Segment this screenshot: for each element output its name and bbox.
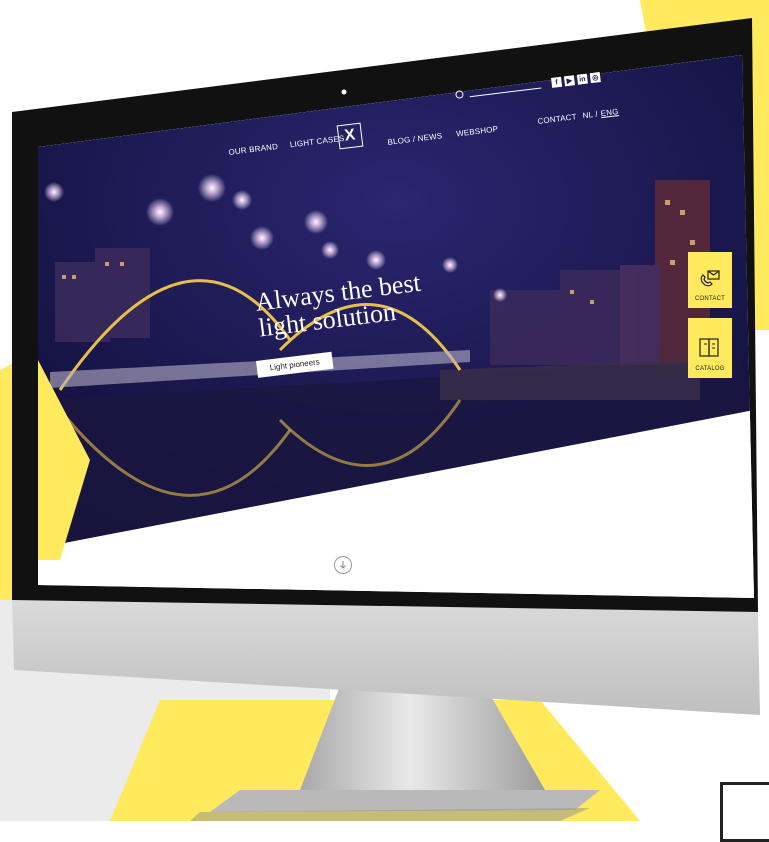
monitor-mockup: X OUR BRAND LIGHT CASES BLOG / NEWS WEBS…	[0, 0, 769, 842]
arrow-down-circle-icon[interactable]	[334, 556, 352, 574]
side-tab-catalog[interactable]: CATALOG	[688, 318, 732, 378]
social-links: f ▶ in ◎	[551, 72, 601, 88]
arrow-down-icon	[340, 561, 346, 569]
nav-contact[interactable]: CONTACT	[537, 112, 577, 126]
nav-our-brand[interactable]: OUR BRAND	[228, 142, 279, 157]
search-input[interactable]	[469, 87, 542, 98]
logo-glyph: X	[343, 126, 357, 145]
brand-mark-corner	[720, 782, 769, 842]
lang-nl[interactable]: NL /	[582, 110, 598, 121]
facebook-icon[interactable]: f	[551, 76, 563, 88]
hero-cta-label: Light pioneers	[269, 357, 321, 373]
catalog-book-icon	[699, 338, 719, 357]
nav-webshop[interactable]: WEBSHOP	[456, 124, 499, 138]
lang-eng[interactable]: ENG	[600, 107, 619, 118]
search-bar[interactable]	[455, 81, 542, 99]
instagram-icon[interactable]: ◎	[589, 72, 601, 84]
nav-left: OUR BRAND LIGHT CASES	[228, 134, 345, 157]
phone-mail-icon	[700, 270, 720, 287]
header: X OUR BRAND LIGHT CASES BLOG / NEWS WEBS…	[0, 0, 769, 200]
side-tab-catalog-label: CATALOG	[695, 366, 725, 372]
header-utility: CONTACT NL / ENG	[537, 107, 619, 126]
nav-light-cases[interactable]: LIGHT CASES	[289, 134, 345, 150]
nav-right: BLOG / NEWS WEBSHOP	[387, 124, 499, 147]
search-icon[interactable]	[455, 90, 464, 99]
youtube-icon[interactable]: ▶	[563, 75, 576, 87]
linkedin-icon[interactable]: in	[576, 73, 588, 85]
nav-blog-news[interactable]: BLOG / NEWS	[387, 131, 443, 147]
side-tab-contact-label: CONTACT	[695, 296, 725, 302]
side-tab-contact[interactable]: CONTACT	[688, 252, 732, 308]
